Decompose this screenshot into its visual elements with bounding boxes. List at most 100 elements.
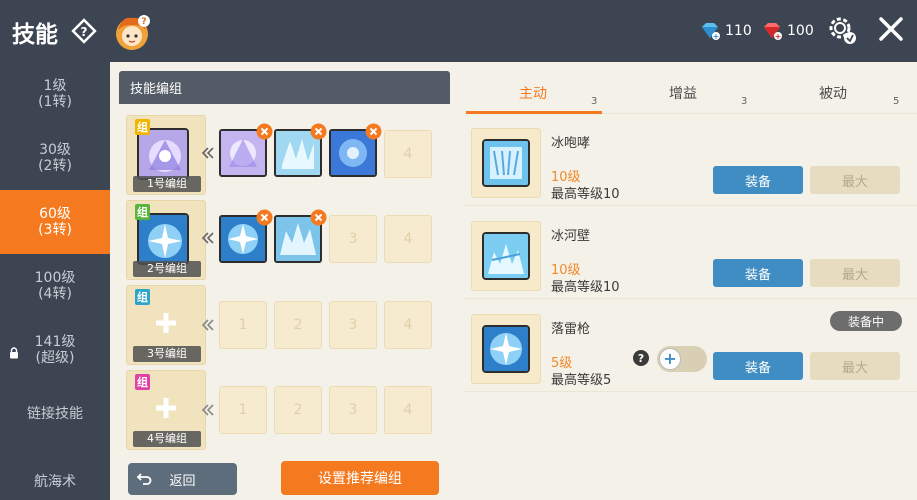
red-diamond-count: 100	[787, 23, 814, 39]
help-diamond-icon[interactable]: ?	[71, 18, 97, 44]
tab-label: 被动	[819, 86, 847, 102]
remove-skill-icon[interactable]	[256, 209, 273, 226]
group-name: 2号编组	[133, 261, 201, 277]
double-chevron-left-icon	[201, 404, 214, 416]
set-recommended-group-button[interactable]: 设置推荐编组	[281, 461, 439, 495]
skill-group-4[interactable]: 组 4号编组	[126, 370, 206, 450]
group-thumbnail: 组 1号编组	[126, 115, 206, 195]
plus-icon	[156, 313, 176, 333]
blue-diamond-currency[interactable]: + 110	[699, 20, 752, 42]
sidebar-item-level-60[interactable]: 60级 (3转)	[0, 190, 110, 254]
skill-group-header: 技能编组	[119, 71, 450, 104]
group-3-slot-4[interactable]: 4	[384, 301, 432, 349]
skill-max-level: 最高等级10	[551, 280, 620, 295]
back-button-label: 返回	[169, 473, 196, 489]
settings-gear-icon[interactable]	[826, 14, 858, 46]
group-4-slot-4[interactable]: 4	[384, 386, 432, 434]
skill-max-level: 最高等级5	[551, 373, 612, 388]
blue-diamond-count: 110	[725, 23, 752, 39]
close-icon[interactable]	[874, 12, 908, 46]
tab-active-skills[interactable]: 主动	[463, 72, 603, 114]
tab-count: 3	[741, 96, 748, 107]
tab-count: 3	[591, 96, 598, 107]
ice-roar-skill-icon	[482, 139, 530, 187]
back-button[interactable]: 返回	[128, 463, 237, 495]
tab-passive-skills[interactable]: 被动	[763, 72, 903, 114]
group-tag: 组	[135, 374, 150, 390]
svg-text:?: ?	[141, 17, 146, 27]
tab-buff-skills[interactable]: 增益	[613, 72, 753, 114]
skill-group-icon	[137, 128, 189, 180]
skill-icon-frame[interactable]	[471, 128, 541, 198]
page-title: 技能	[12, 22, 58, 48]
level-sidebar: 1级 (1转) 30级 (2转) 60级 (3转) 100级 (4转) 141级…	[0, 62, 110, 500]
group-tag: 组	[135, 204, 150, 220]
group-name: 3号编组	[133, 346, 201, 362]
svg-text:?: ?	[81, 25, 88, 39]
svg-text:?: ?	[638, 352, 644, 365]
skill-icon-frame[interactable]	[471, 314, 541, 384]
equip-button[interactable]: 装备	[713, 166, 803, 194]
group-3-slot-3[interactable]: 3	[329, 301, 377, 349]
skill-group-2[interactable]: 组 2号编组	[126, 200, 206, 280]
thunder-spear-skill-icon	[482, 325, 530, 373]
remove-skill-icon[interactable]	[310, 123, 327, 140]
equip-button[interactable]: 装备	[713, 259, 803, 287]
back-arrow-icon	[136, 473, 152, 485]
group-2-slot-4[interactable]: 4	[384, 215, 432, 263]
group-3-slot-2[interactable]: 2	[274, 301, 322, 349]
sidebar-item-level-30[interactable]: 30级 (2转)	[0, 126, 110, 190]
equip-button[interactable]: 装备	[713, 352, 803, 380]
tab-count: 5	[893, 96, 900, 107]
skill-card-thunder-spear: 落雷枪 装备中 5级 最高等级5 ? + 装备 最大	[463, 306, 917, 392]
max-button[interactable]: 最大	[810, 259, 900, 287]
sidebar-item-label: 链接技能	[27, 406, 83, 422]
group-thumbnail: 组 3号编组	[126, 285, 206, 365]
tab-label: 增益	[669, 86, 697, 102]
skill-name: 冰咆哮	[551, 136, 591, 151]
plus-icon	[156, 398, 176, 418]
skill-icon-frame[interactable]	[471, 221, 541, 291]
skill-name: 落雷枪	[551, 322, 591, 337]
group-4-slot-3[interactable]: 3	[329, 386, 377, 434]
remove-skill-icon[interactable]	[310, 209, 327, 226]
sidebar-item-level-1[interactable]: 1级 (1转)	[0, 62, 110, 126]
sidebar-item-link-skills[interactable]: 链接技能	[0, 382, 110, 446]
group-4-slot-2[interactable]: 2	[274, 386, 322, 434]
auto-cast-toggle[interactable]: +	[657, 346, 707, 372]
max-button[interactable]: 最大	[810, 166, 900, 194]
equipped-badge: 装备中	[830, 311, 902, 331]
group-4-slot-1[interactable]: 1	[219, 386, 267, 434]
toggle-knob-plus-icon: +	[659, 348, 681, 370]
group-thumbnail: 组 2号编组	[126, 200, 206, 280]
red-diamond-icon: +	[764, 23, 782, 41]
remove-skill-icon[interactable]	[365, 123, 382, 140]
group-name: 4号编组	[133, 431, 201, 447]
character-avatar-icon[interactable]: ?	[112, 12, 152, 52]
group-tag: 组	[135, 119, 150, 135]
skill-group-1[interactable]: 组 1号编组	[126, 115, 206, 195]
skill-group-3[interactable]: 组 3号编组	[126, 285, 206, 365]
skill-type-tabs: 主动 3 增益 3 被动 5	[463, 72, 917, 114]
group-tag: 组	[135, 289, 150, 305]
sidebar-item-label: 30级	[39, 142, 71, 158]
question-icon[interactable]: ?	[633, 350, 649, 366]
sidebar-item-label: 航海术	[34, 474, 76, 490]
svg-text:+: +	[713, 32, 720, 41]
group-3-slot-1[interactable]: 1	[219, 301, 267, 349]
sidebar-item-label: 1级	[43, 78, 67, 94]
sidebar-item-level-100[interactable]: 100级 (4转)	[0, 254, 110, 318]
max-button[interactable]: 最大	[810, 352, 900, 380]
double-chevron-left-icon	[201, 319, 214, 331]
group-1-slot-4[interactable]: 4	[384, 130, 432, 178]
sidebar-item-navigation[interactable]: 航海术	[0, 450, 110, 500]
remove-skill-icon[interactable]	[256, 123, 273, 140]
red-diamond-currency[interactable]: + 100	[761, 20, 814, 42]
tab-label: 主动	[519, 86, 547, 102]
group-name: 1号编组	[133, 176, 201, 192]
skill-max-level: 最高等级10	[551, 187, 620, 202]
sidebar-item-label: 100级	[34, 270, 76, 286]
skill-name: 冰河壁	[551, 229, 591, 244]
group-2-slot-3[interactable]: 3	[329, 215, 377, 263]
skill-group-icon	[137, 213, 189, 265]
